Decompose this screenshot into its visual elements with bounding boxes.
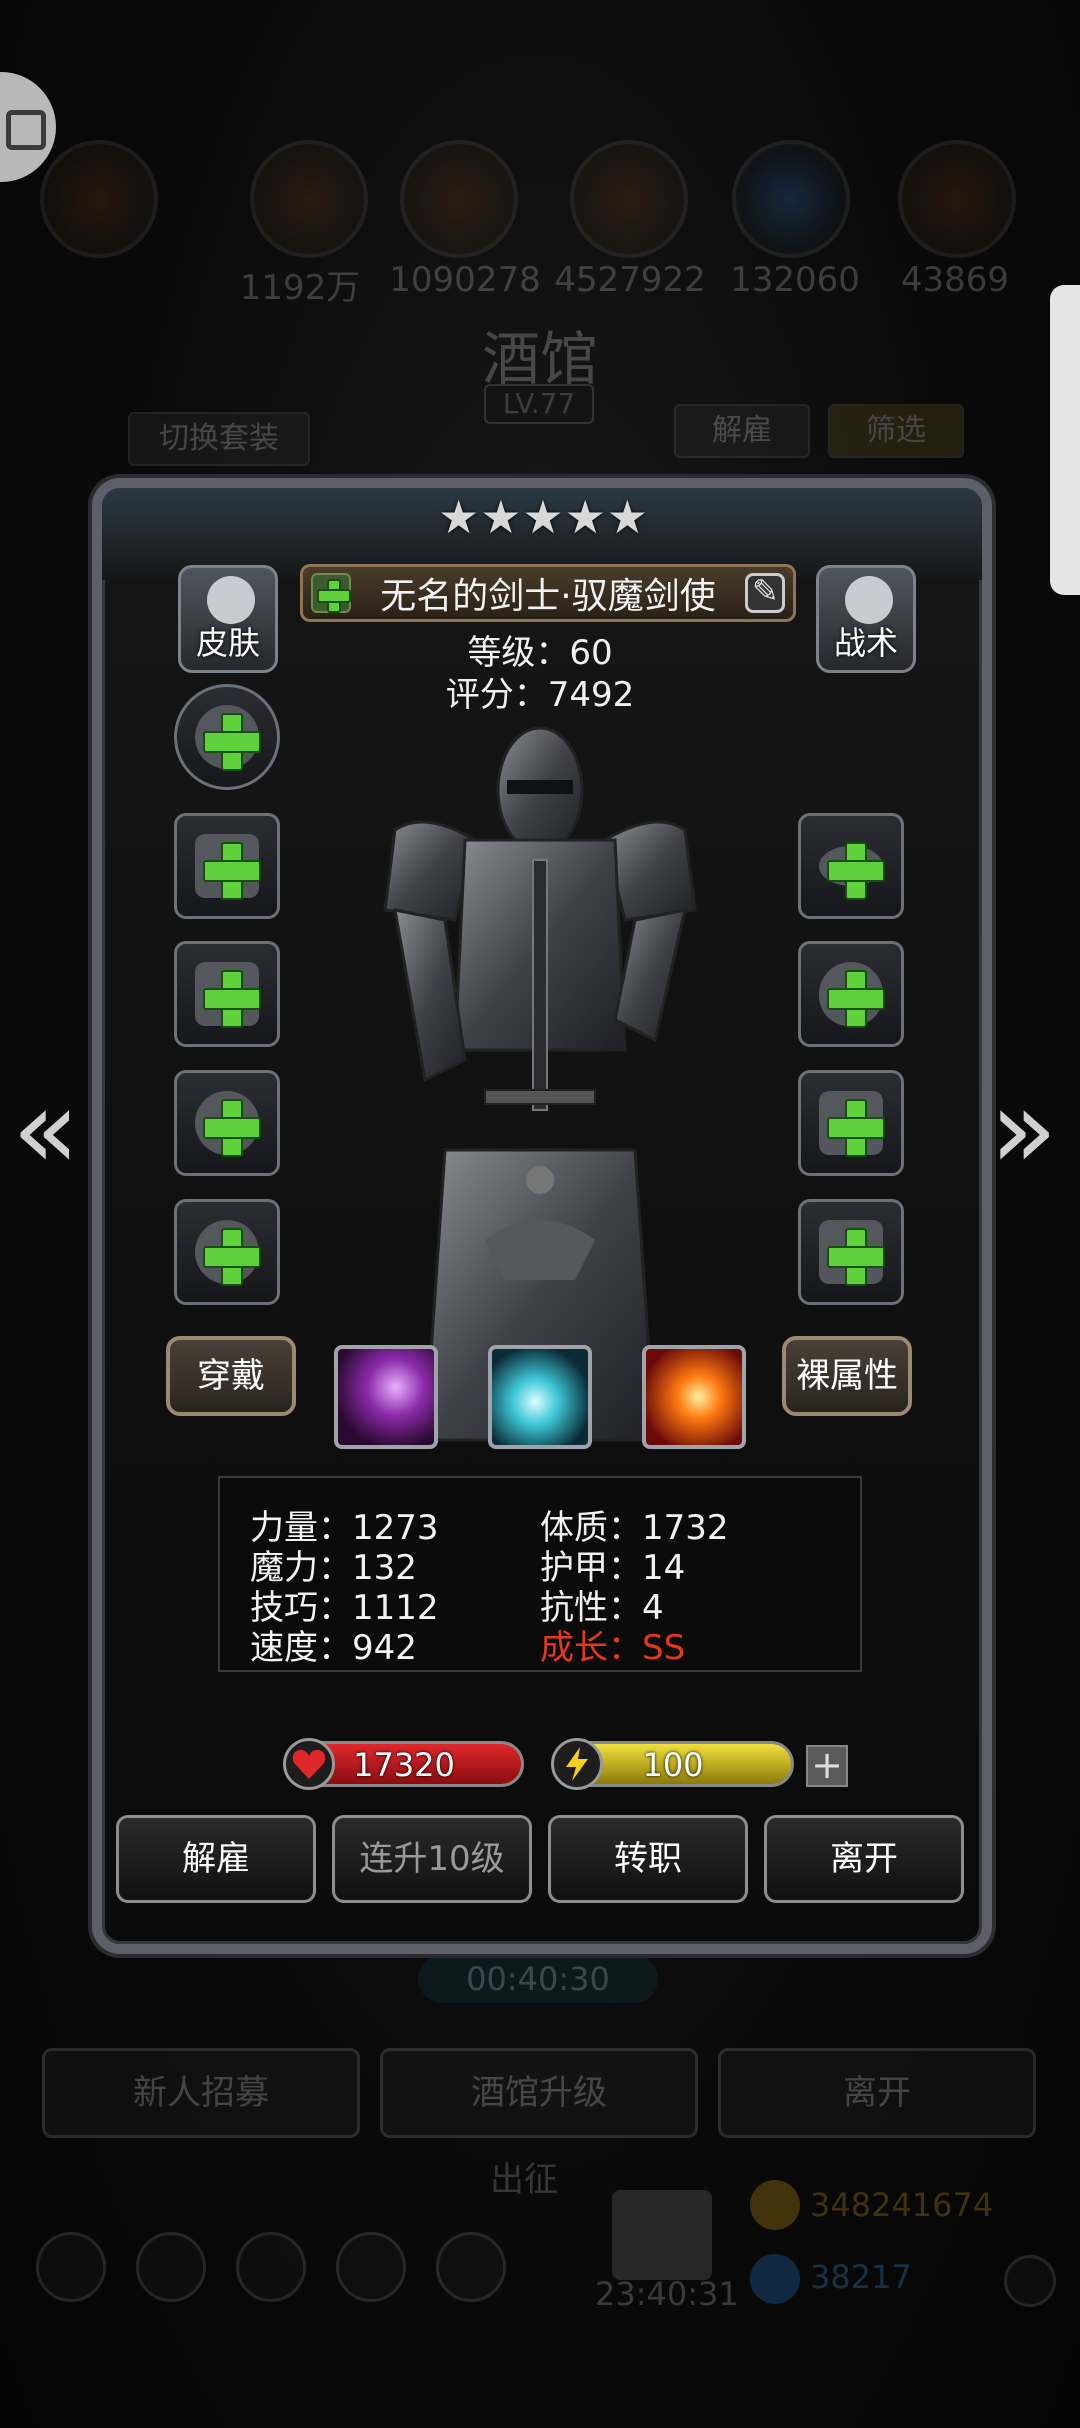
resource-value: 4527922 [554,260,706,300]
tactics-label: 战术 [833,624,898,662]
skill-slash-icon[interactable] [334,1345,438,1449]
star-icon: ★ [606,490,648,544]
skill-fire-icon[interactable] [642,1345,746,1449]
gem-icon [750,2254,800,2304]
add-icon [203,1228,261,1286]
menu-icon[interactable] [436,2232,506,2302]
resource-icon [400,140,518,258]
level-up-10-button[interactable]: 连升10级 [332,1815,532,1903]
next-hero-arrow[interactable]: » [990,1065,1057,1193]
slot-relic-2[interactable] [798,1199,904,1305]
add-gem-icon[interactable] [1004,2255,1056,2307]
star-icon: ★ [480,490,522,544]
leave-button[interactable]: 离开 [764,1815,964,1903]
add-icon [827,842,885,900]
add-icon [827,1099,885,1157]
skin-label: 皮肤 [195,624,260,662]
dismiss-button[interactable]: 解雇 [116,1815,316,1903]
energy-value: 100 [642,1746,704,1784]
stats-panel: 力量：1273 体质：1732 魔力：132 护甲：14 技巧：1112 抗性：… [218,1476,862,1672]
add-icon [203,970,261,1028]
skill-wind-icon[interactable] [488,1345,592,1449]
hero-score: 评分：7492 [445,675,635,715]
tactics-button[interactable]: 战术 [816,565,916,673]
star-icon: ★ [438,490,480,544]
resource-value: 132060 [730,260,860,300]
gift-timer: 23:40:31 [595,2275,739,2313]
naked-stats-button[interactable]: 裸属性 [782,1336,912,1416]
side-pull-tab[interactable] [1050,285,1080,595]
gift-icon[interactable] [612,2190,712,2280]
hp-bar: 17320 [283,1738,524,1790]
bg-dismiss-button[interactable]: 解雇 [674,404,810,458]
slot-weapon[interactable] [174,813,280,919]
tavern-level: LV.77 [484,384,594,424]
rename-icon[interactable] [745,572,785,613]
stat-speed: 速度：942 [250,1628,417,1668]
hero-name: 无名的剑士·驭魔剑使 [380,576,716,617]
add-icon [827,1228,885,1286]
slot-relic-1[interactable] [798,1070,904,1176]
hp-value: 17320 [353,1746,455,1784]
add-icon [203,842,261,900]
recruit-timer: 00:40:30 [418,1955,658,2003]
resource-value: 1192万 [239,268,361,308]
star-icon: ★ [564,490,606,544]
add-icon [827,970,885,1028]
gear-icon [845,576,893,624]
prev-hero-arrow[interactable]: « [12,1065,79,1193]
energy-bar: 100 [551,1738,794,1790]
gold-value: 348241674 [810,2186,994,2224]
skin-button[interactable]: 皮肤 [178,565,278,673]
resource-icon [570,140,688,258]
gold-icon [750,2180,800,2230]
sortie-label: 出征 [490,2160,558,2200]
resource-value: 43869 [900,260,1010,300]
wear-button[interactable]: 穿戴 [166,1336,296,1416]
resource-icon [898,140,1016,258]
resource-value: 1090278 [389,260,541,300]
slot-accessory[interactable] [798,941,904,1047]
resource-icon [732,140,850,258]
switch-outfit-button[interactable]: 切换套装 [128,412,310,466]
menu-icon[interactable] [136,2232,206,2302]
menu-icon[interactable] [236,2232,306,2302]
add-title-icon[interactable] [311,573,351,613]
hero-name-bar: 无名的剑士·驭魔剑使 [300,564,796,622]
slot-amulet[interactable] [798,813,904,919]
resource-icon [40,140,158,258]
star-icon: ★ [522,490,564,544]
stat-growth: 成长：SS [540,1628,686,1668]
menu-icon[interactable] [36,2232,106,2302]
bg-leave-button[interactable]: 离开 [718,2048,1036,2138]
star-rating: ★ ★ ★ ★ ★ [438,490,648,544]
slot-ring-1[interactable] [174,1070,280,1176]
slot-armor[interactable] [174,941,280,1047]
change-class-button[interactable]: 转职 [548,1815,748,1903]
shirt-icon [207,576,255,624]
tavern-upgrade-button[interactable]: 酒馆升级 [380,2048,698,2138]
add-icon [203,713,261,771]
resource-bar: 1192万 1090278 4527922 132060 43869 [40,140,1040,308]
gem-value: 38217 [810,2258,912,2296]
resource-icon [250,140,368,258]
add-energy-button[interactable]: + [806,1745,848,1787]
add-icon [203,1099,261,1157]
menu-icon[interactable] [336,2232,406,2302]
slot-ring-2[interactable] [174,1199,280,1305]
recruit-button[interactable]: 新人招募 [42,2048,360,2138]
slot-weapon-enchant[interactable] [174,684,280,790]
filter-button[interactable]: 筛选 [828,404,964,458]
